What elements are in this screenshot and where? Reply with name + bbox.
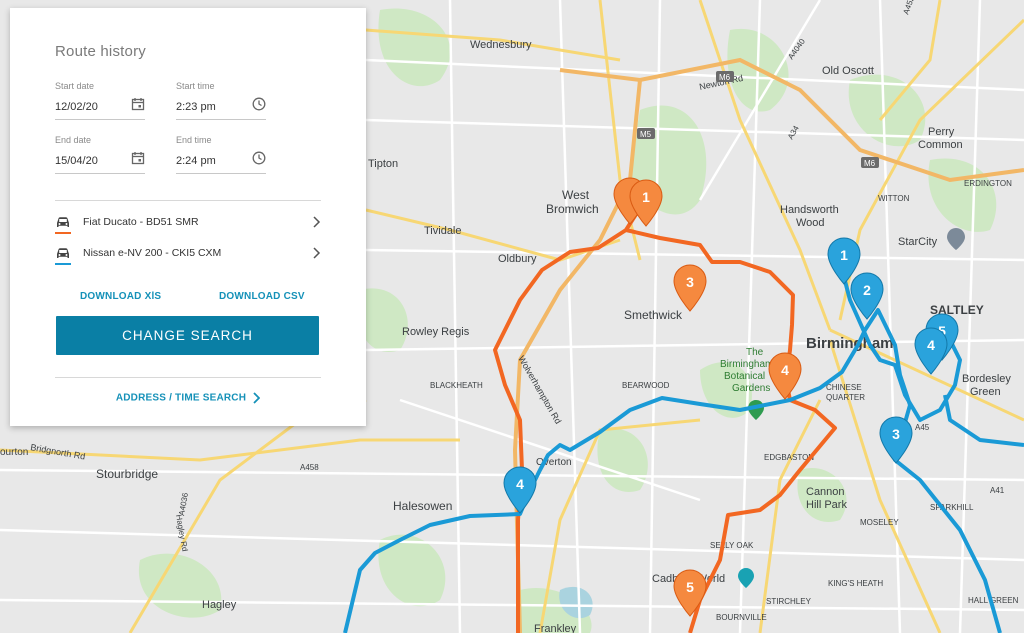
map-label-bromwich: Bromwich: [546, 202, 599, 216]
divider: [55, 200, 321, 201]
map-label-wednesbury: Wednesbury: [470, 39, 532, 51]
change-search-label: CHANGE SEARCH: [122, 328, 253, 343]
map-label-blackheath: BLACKHEATH: [430, 381, 483, 390]
map-label-a41: A41: [990, 486, 1005, 495]
map-label-overton-left: ourton: [0, 447, 28, 458]
m6-shield-2: M6: [864, 159, 876, 168]
map-label-bordesley: Bordesley: [962, 373, 1011, 385]
download-csv-link[interactable]: DOWNLOAD CSV: [219, 291, 305, 302]
start-date-field[interactable]: Start date 12/02/20: [55, 81, 145, 120]
divider: [55, 377, 321, 378]
map-label-stirchley: STIRCHLEY: [766, 597, 812, 606]
map-label-oldbury: Oldbury: [498, 253, 537, 265]
change-search-button[interactable]: CHANGE SEARCH: [56, 316, 319, 355]
map-label-birmingham-botanical: Birmingham: [720, 359, 773, 370]
download-xls-link[interactable]: DOWNLOAD XlS: [80, 291, 161, 302]
end-time-label: End time: [176, 135, 212, 145]
orange-marker-label: 3: [686, 274, 694, 290]
blue-marker-label: 1: [840, 247, 848, 263]
map-label-gardens: Gardens: [732, 383, 770, 394]
map-label-quarter: QUARTER: [826, 393, 865, 402]
map-label-halesowen: Halesowen: [393, 499, 452, 513]
map-label-moseley: MOSELEY: [860, 518, 899, 527]
chevron-right-icon[interactable]: [311, 246, 321, 260]
start-date-label: Start date: [55, 81, 95, 91]
vehicle-color-bar: [55, 263, 71, 265]
start-time-label: Start time: [176, 81, 215, 91]
start-time-field[interactable]: Start time 2:23 pm: [176, 81, 266, 120]
panel-title: Route history: [55, 43, 146, 60]
map-label-wood: Wood: [796, 217, 825, 229]
map-label-stourbridge: Stourbridge: [96, 467, 158, 481]
calendar-icon[interactable]: [131, 151, 145, 165]
blue-marker-label: 3: [892, 426, 900, 442]
orange-marker-label: 1: [642, 189, 650, 205]
car-icon: [57, 217, 69, 227]
map-label-kings-heath: KING'S HEATH: [828, 579, 883, 588]
map-label-a458: A458: [300, 463, 319, 472]
map-label-common: Common: [918, 139, 963, 151]
map-label-starcity: StarCity: [898, 236, 938, 248]
route-history-panel: Route history Start date 12/02/20 Start …: [10, 8, 366, 426]
map-label-erdington: ERDINGTON: [964, 179, 1012, 188]
map-label-hagley: Hagley: [202, 599, 237, 611]
clock-icon[interactable]: [252, 151, 266, 165]
map-label-tividale: Tividale: [424, 225, 462, 237]
map-label-perry: Perry: [928, 126, 955, 138]
blue-marker-label: 2: [863, 282, 871, 298]
address-time-search-link[interactable]: ADDRESS / TIME SEARCH: [10, 392, 366, 404]
orange-marker-label: 5: [686, 579, 694, 595]
address-time-search-label: ADDRESS / TIME SEARCH: [115, 392, 247, 404]
map-label-sparkhill: SPARKHILL: [930, 503, 974, 512]
chevron-right-icon: [253, 392, 261, 404]
map-label-the: The: [746, 347, 764, 358]
m5-shield: M5: [640, 130, 652, 139]
map-label-hill-park: Hill Park: [806, 499, 847, 511]
map-label-selly-oak: SELLY OAK: [710, 541, 754, 550]
map-label-cannon: Cannon: [806, 486, 845, 498]
vehicle-row-nissan[interactable]: Nissan e-NV 200 - CKI5 CXM: [55, 242, 321, 266]
blue-marker-label: 4: [927, 337, 935, 353]
map-label-old-oscott: Old Oscott: [822, 65, 874, 77]
map-label-witton: WITTON: [878, 194, 910, 203]
map-label-botanical: Botanical: [724, 371, 765, 382]
map-label-smethwick: Smethwick: [624, 308, 683, 322]
map-label-frankley: Frankley: [534, 623, 577, 633]
map-label-tipton: Tipton: [368, 158, 398, 170]
map-label-a45: A45: [915, 423, 930, 432]
blue-marker-label: 4: [516, 476, 524, 492]
map-label-bournville: BOURNVILLE: [716, 613, 767, 622]
calendar-icon[interactable]: [131, 97, 145, 111]
m6-shield: M6: [719, 73, 731, 82]
end-date-field[interactable]: End date 15/04/20: [55, 135, 145, 174]
car-icon: [57, 248, 69, 258]
map-label-birmingham: Birmingham: [806, 335, 894, 352]
chevron-right-icon[interactable]: [311, 215, 321, 229]
map-label-handsworth: Handsworth: [780, 204, 839, 216]
map-label-chinese: CHINESE: [826, 383, 862, 392]
end-time-field[interactable]: End time 2:24 pm: [176, 135, 266, 174]
orange-marker-label: 4: [781, 362, 789, 378]
vehicle-name: Fiat Ducato - BD51 SMR: [83, 216, 199, 228]
vehicle-row-fiat[interactable]: Fiat Ducato - BD51 SMR: [55, 211, 321, 235]
end-date-label: End date: [55, 135, 92, 145]
map-label-west: West: [562, 188, 590, 202]
map-label-rowley-regis: Rowley Regis: [402, 326, 470, 338]
map-label-bearwood: BEARWOOD: [622, 381, 670, 390]
vehicle-color-bar: [55, 232, 71, 234]
vehicle-name: Nissan e-NV 200 - CKI5 CXM: [83, 247, 222, 259]
clock-icon[interactable]: [252, 97, 266, 111]
map-label-green: Green: [970, 386, 1001, 398]
